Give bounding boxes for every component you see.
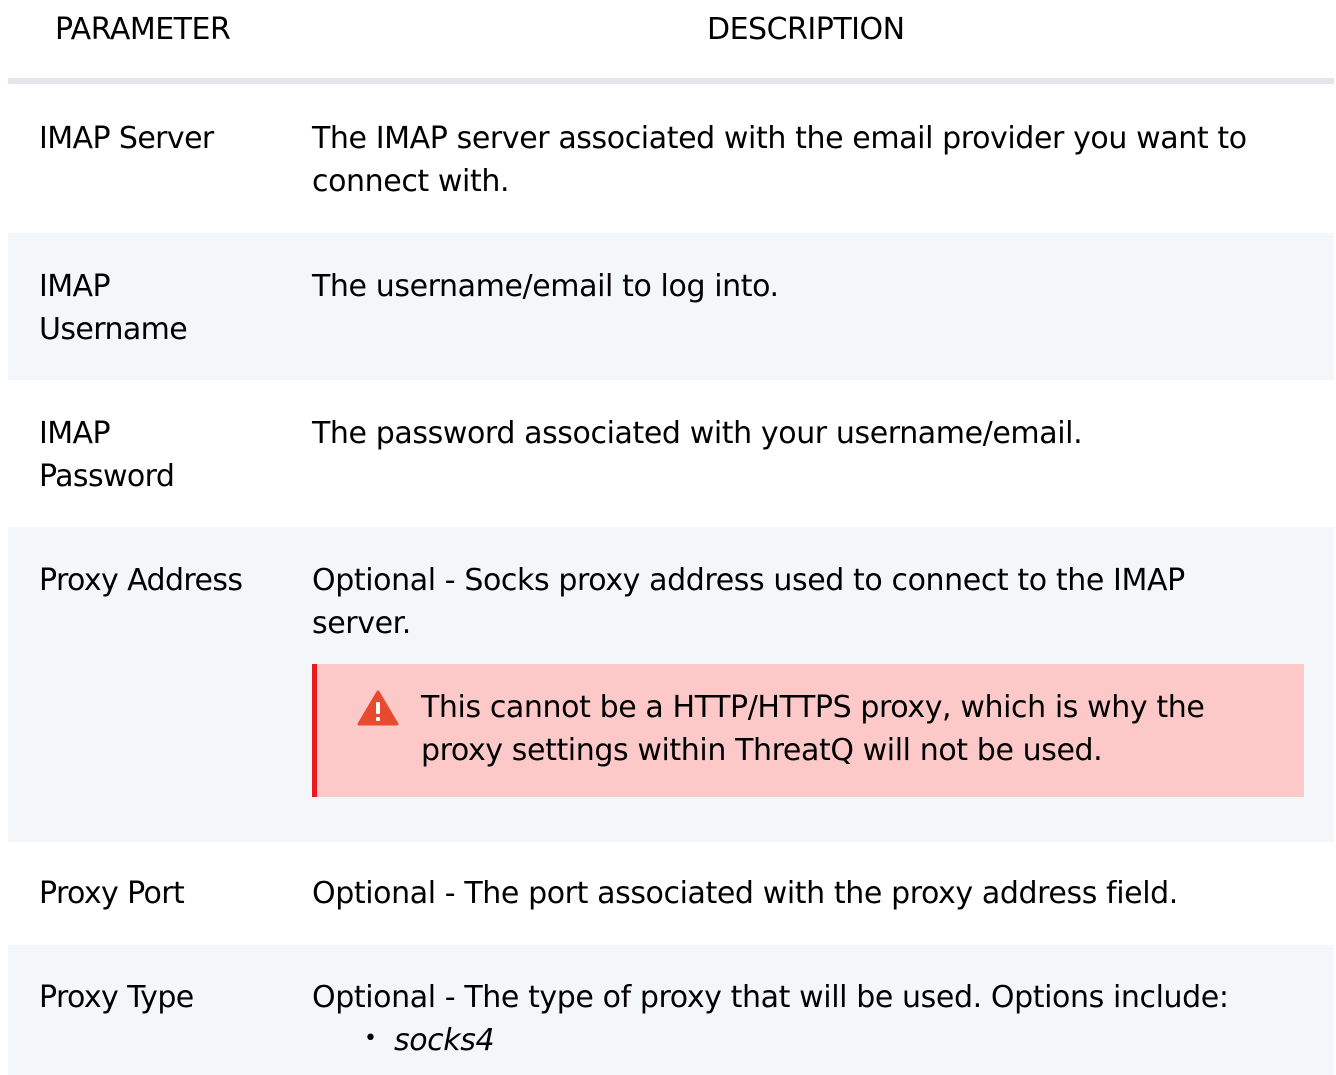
param-name: IMAP Username <box>39 269 188 347</box>
table-row: Proxy Port Optional - The port associate… <box>8 842 1334 945</box>
column-header-parameter: PARAMETER <box>55 12 231 47</box>
table-row: Proxy Type Optional - The type of proxy … <box>8 945 1334 1075</box>
param-name: Proxy Type <box>39 980 194 1015</box>
warning-triangle-icon <box>357 690 399 738</box>
param-description-cell: Optional - Socks proxy address used to c… <box>312 527 1312 797</box>
table-header: PARAMETER DESCRIPTION <box>8 0 1334 84</box>
warning-callout-text: This cannot be a HTTP/HTTPS proxy, which… <box>421 690 1205 768</box>
table-row: IMAP Password The password associated wi… <box>8 380 1334 527</box>
param-description: Optional - Socks proxy address used to c… <box>312 563 1185 641</box>
param-name: IMAP Server <box>39 121 214 156</box>
warning-callout: This cannot be a HTTP/HTTPS proxy, which… <box>312 664 1304 797</box>
param-description: The password associated with your userna… <box>312 416 1083 451</box>
list-item: socks4 <box>312 1017 1312 1062</box>
table-row: Proxy Address Optional - Socks proxy add… <box>8 527 1334 842</box>
param-description: The IMAP server associated with the emai… <box>312 121 1247 199</box>
options-list: socks4 <box>312 1017 1312 1062</box>
parameter-table: PARAMETER DESCRIPTION IMAP Server The IM… <box>8 0 1334 1075</box>
param-description: Optional - The type of proxy that will b… <box>312 980 1229 1015</box>
param-description-cell: Optional - The type of proxy that will b… <box>312 945 1312 1062</box>
param-name: Proxy Address <box>39 563 243 598</box>
param-name: IMAP Password <box>39 416 175 494</box>
param-description: Optional - The port associated with the … <box>312 876 1178 911</box>
table-row: IMAP Username The username/email to log … <box>8 233 1334 380</box>
param-description: The username/email to log into. <box>312 269 779 304</box>
column-header-description: DESCRIPTION <box>707 12 905 47</box>
table-row: IMAP Server The IMAP server associated w… <box>8 84 1334 233</box>
param-name: Proxy Port <box>39 876 185 911</box>
